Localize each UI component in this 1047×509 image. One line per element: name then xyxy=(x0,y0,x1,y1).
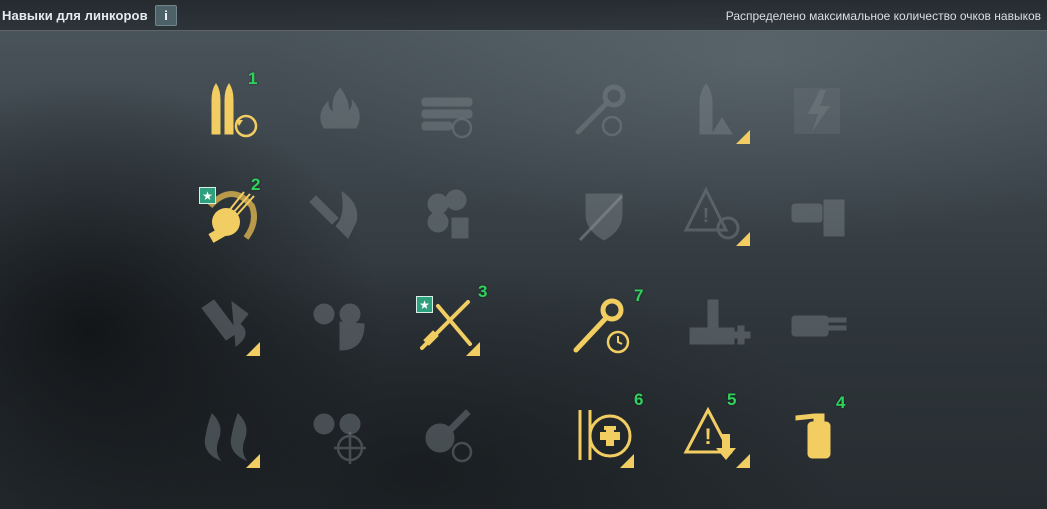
skill-ammo-reload[interactable]: 1 xyxy=(192,69,268,152)
special-star-badge: ★ xyxy=(416,296,433,313)
skill-aa-gun[interactable]: ★ 2 xyxy=(192,175,268,254)
skill-order-number: 6 xyxy=(634,390,644,409)
lightning-icon xyxy=(794,88,840,134)
sword-shield-icon xyxy=(578,193,624,242)
skill-warning-down[interactable]: ! 5 xyxy=(682,390,758,476)
shells-crosshair-icon xyxy=(313,413,366,464)
skill-order-number: 4 xyxy=(836,393,846,412)
skill-aa-reload[interactable] xyxy=(412,400,488,476)
shells-radar-icon xyxy=(313,303,365,351)
skill-turret[interactable] xyxy=(780,288,856,364)
special-star-badge: ★ xyxy=(199,187,216,204)
wrench-reload-icon xyxy=(575,84,626,137)
skill-extinguisher[interactable]: 4 xyxy=(780,393,856,476)
skill-corner-mark xyxy=(620,454,634,468)
wrench-timer-icon xyxy=(573,298,630,354)
info-button[interactable]: i xyxy=(155,5,177,26)
svg-text:!: ! xyxy=(703,205,710,227)
skill-crossed-tools[interactable]: ★ 3 xyxy=(412,282,488,364)
skill-turret-armor[interactable] xyxy=(780,178,856,254)
svg-text:!: ! xyxy=(704,424,711,449)
skill-corner-mark xyxy=(736,454,750,468)
skill-flames[interactable] xyxy=(192,400,268,476)
skill-sword-shield[interactable] xyxy=(566,178,642,254)
skill-shell-explosion[interactable] xyxy=(192,288,268,364)
skill-order-number: 2 xyxy=(251,175,261,194)
skill-corner-mark xyxy=(466,342,480,356)
aa-reload-icon xyxy=(425,409,473,463)
turret-icon xyxy=(791,315,847,337)
skill-order-number: 3 xyxy=(478,282,488,301)
skill-shells-crosshair[interactable] xyxy=(302,400,378,476)
skill-corner-mark xyxy=(736,232,750,246)
skill-order-number: 1 xyxy=(248,69,258,88)
skill-wrench-timer[interactable]: 7 xyxy=(566,286,644,364)
fan-icon xyxy=(427,189,469,239)
skill-tools-heal[interactable]: 6 xyxy=(566,390,643,476)
skill-shells-radar[interactable] xyxy=(302,288,378,364)
torpedo-reload-icon xyxy=(421,97,473,139)
turret-armor-icon xyxy=(791,199,845,237)
fire-icon xyxy=(320,87,360,129)
skill-fan[interactable] xyxy=(412,178,488,254)
skill-corner-mark xyxy=(246,342,260,356)
page-title: Навыки для линкоров xyxy=(2,8,148,23)
skill-fire[interactable] xyxy=(302,76,378,152)
fire-shield-icon xyxy=(309,190,358,239)
skill-warning-target[interactable]: ! xyxy=(682,178,758,254)
skill-wrench-reload[interactable] xyxy=(566,76,642,152)
skill-corner-mark xyxy=(246,454,260,468)
skill-order-number: 7 xyxy=(634,286,644,305)
skill-points-status: Распределено максимальное количество очк… xyxy=(725,9,1041,23)
ship-heal-icon xyxy=(689,299,751,345)
skill-ship-heal[interactable] xyxy=(682,288,758,364)
skill-shell-warning[interactable] xyxy=(682,76,758,152)
skill-fire-shield[interactable] xyxy=(302,178,378,254)
top-bar: Навыки для линкоров i Распределено макси… xyxy=(0,0,1047,31)
skill-lightning[interactable] xyxy=(780,76,856,152)
skill-order-number: 5 xyxy=(727,390,737,409)
skill-torpedo-reload[interactable] xyxy=(412,76,488,152)
skill-corner-mark xyxy=(736,130,750,144)
